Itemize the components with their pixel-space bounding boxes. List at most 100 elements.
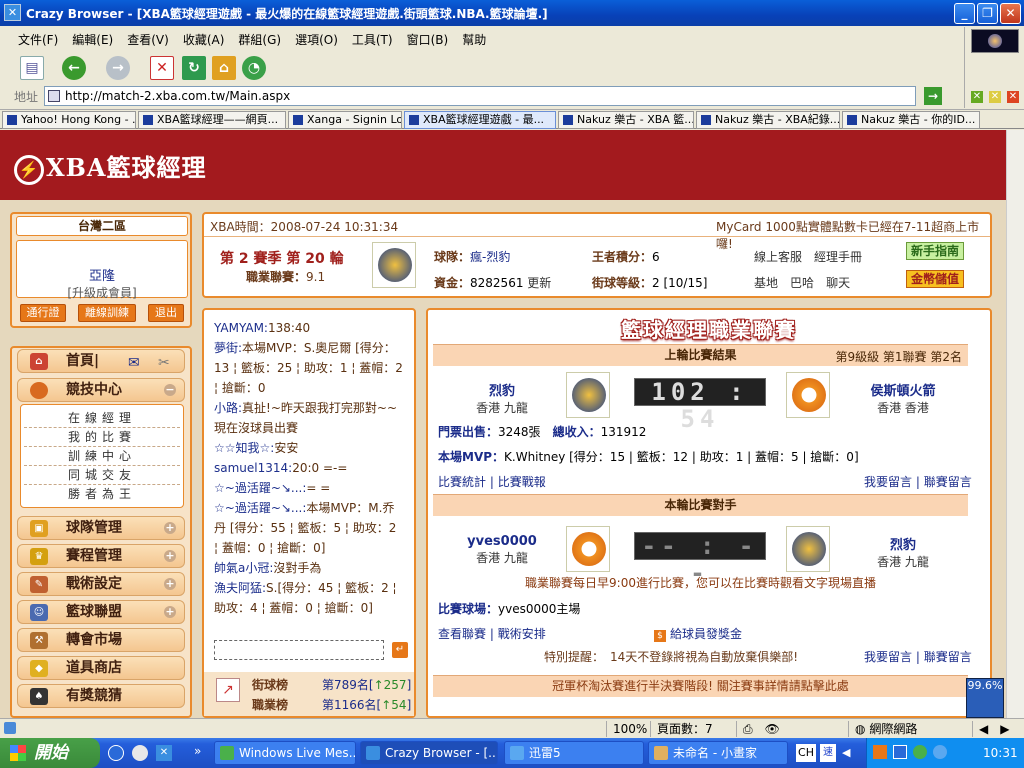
- close-button[interactable]: ✕: [1000, 3, 1021, 24]
- task-crazy-browser[interactable]: Crazy Browser - [...: [360, 741, 498, 765]
- expand-icon[interactable]: +: [164, 606, 176, 618]
- username[interactable]: 亞隆: [17, 265, 187, 284]
- comment-link[interactable]: 我要留言: [864, 475, 912, 489]
- task-paint[interactable]: 未命名 - 小畫家: [648, 741, 788, 765]
- task-windows-live-messenger[interactable]: Windows Live Mes...: [214, 741, 356, 765]
- history-icon[interactable]: ◔: [242, 56, 266, 80]
- update-link[interactable]: 更新: [527, 276, 551, 290]
- start-button[interactable]: 開始: [0, 738, 100, 768]
- upgrade-link[interactable]: [升級成會員]: [17, 284, 187, 301]
- zoom-level[interactable]: 100%: [606, 721, 650, 737]
- browser-tab[interactable]: Xanga - Signin Lock: [288, 111, 402, 129]
- menu-window[interactable]: 窗口(B): [407, 31, 449, 48]
- submenu-winner[interactable]: 勝者為王: [24, 485, 180, 504]
- away-team-name[interactable]: 侯斯頓火箭: [870, 384, 935, 399]
- match-report-link[interactable]: 比賽戰報: [498, 475, 546, 489]
- customer-service-link[interactable]: 線上客服: [754, 250, 802, 264]
- match-stats-link[interactable]: 比賽統計: [438, 475, 486, 489]
- logout-button[interactable]: 退出: [148, 304, 184, 322]
- menu-group[interactable]: 群組(G): [238, 31, 281, 48]
- tray-thunder-icon[interactable]: [933, 745, 947, 759]
- browser-tab[interactable]: Yahoo! Hong Kong - ...: [2, 111, 136, 129]
- manual-link[interactable]: 經理手冊: [814, 250, 862, 264]
- bahamut-link[interactable]: 巴哈: [790, 276, 814, 290]
- offline-training-button[interactable]: 離線訓練: [78, 304, 136, 322]
- submenu-my-games[interactable]: 我的比賽: [24, 428, 180, 447]
- task-thunder[interactable]: 迅雷5: [504, 741, 644, 765]
- tab-close-icon[interactable]: ✕: [971, 91, 983, 103]
- passport-button[interactable]: 通行證: [20, 304, 66, 322]
- browser-tab[interactable]: XBA籃球經理——網頁...: [138, 111, 286, 129]
- cup-notice-bar[interactable]: 冠軍杯淘汰賽進行半決賽階段! 關注賽事詳情請點擊此處: [433, 675, 968, 697]
- quicklaunch-more-icon[interactable]: »: [194, 744, 201, 758]
- submenu-friends[interactable]: 同城交友: [24, 466, 180, 485]
- gold-recharge-button[interactable]: 金幣儲值: [906, 270, 964, 288]
- clock[interactable]: 10:31: [983, 746, 1018, 760]
- mail-icon[interactable]: ✉: [128, 352, 140, 374]
- bonus-link[interactable]: $ 給球員發獎金: [654, 625, 742, 642]
- nav-shop[interactable]: ◆ 道具商店: [17, 656, 185, 680]
- tray-network-icon[interactable]: [893, 745, 907, 759]
- menu-help[interactable]: 幫助: [462, 31, 486, 48]
- tactic-link[interactable]: 戰術安排: [498, 627, 546, 641]
- new-page-icon[interactable]: ▤: [20, 56, 44, 80]
- refresh-icon[interactable]: ↻: [182, 56, 206, 80]
- submenu-online-manager[interactable]: 在線經理: [24, 409, 180, 428]
- go-icon[interactable]: →: [924, 87, 942, 105]
- site-logo[interactable]: ⚡ XBA籃球經理: [14, 148, 207, 185]
- browser-tab[interactable]: Nakuz 樂古 - XBA紀錄...: [696, 111, 840, 129]
- minimize-button[interactable]: _: [954, 3, 975, 24]
- back-icon[interactable]: ←: [62, 56, 86, 80]
- next-away-name[interactable]: 烈豹: [890, 538, 916, 553]
- printer-icon[interactable]: ⎙: [743, 722, 753, 736]
- expand-icon[interactable]: +: [164, 578, 176, 590]
- language-indicator[interactable]: CH: [796, 744, 816, 762]
- collapse-icon[interactable]: −: [164, 384, 176, 396]
- menu-edit[interactable]: 編輯(E): [72, 31, 113, 48]
- nav-transfer[interactable]: ⚒ 轉會市場: [17, 628, 185, 652]
- home-icon[interactable]: ⌂: [212, 56, 236, 80]
- menu-favorites[interactable]: 收藏(A): [183, 31, 225, 48]
- expand-icon[interactable]: +: [164, 550, 176, 562]
- address-input[interactable]: http://match-2.xba.com.tw/Main.aspx: [44, 86, 916, 106]
- newbie-guide-button[interactable]: 新手指南: [906, 242, 964, 260]
- vertical-scrollbar[interactable]: [1006, 130, 1024, 718]
- menu-file[interactable]: 文件(F): [18, 31, 58, 48]
- maximize-button[interactable]: ❐: [977, 3, 998, 24]
- next-icon[interactable]: ▶: [1000, 722, 1009, 736]
- send-icon[interactable]: ↵: [392, 642, 408, 658]
- nav-lottery[interactable]: ♠ 有獎競猜: [17, 684, 185, 708]
- media-player-icon[interactable]: [132, 745, 148, 761]
- menu-tools[interactable]: 工具(T): [352, 31, 393, 48]
- ime-icon[interactable]: 速: [820, 744, 836, 762]
- crazy-browser-quicklaunch-icon[interactable]: ✕: [156, 745, 172, 761]
- nav-competition[interactable]: 競技中心 −: [17, 378, 185, 402]
- nav-home[interactable]: ⌂ 首頁| ✉ ✂: [17, 349, 185, 373]
- tools-icon[interactable]: ✂: [158, 352, 170, 374]
- menu-options[interactable]: 選項(O): [295, 31, 338, 48]
- nav-schedule[interactable]: ♛ 賽程管理 +: [17, 544, 185, 568]
- browser-tab[interactable]: Nakuz 樂古 - XBA 籃...: [558, 111, 694, 129]
- league-comment-link[interactable]: 聯賽留言: [924, 650, 972, 664]
- eye-icon[interactable]: 👁: [765, 722, 780, 736]
- tray-messenger-icon[interactable]: [913, 745, 927, 759]
- browser-tab-active[interactable]: XBA籃球經理遊戲 - 最...: [404, 111, 556, 129]
- nav-tactics[interactable]: ✎ 戰術設定 +: [17, 572, 185, 596]
- expand-icon[interactable]: +: [164, 522, 176, 534]
- tray-app-icon[interactable]: [873, 745, 887, 759]
- nav-league[interactable]: ☺ 籃球聯盟 +: [17, 600, 185, 624]
- browser-tab[interactable]: Nakuz 樂古 - 你的ID...: [842, 111, 980, 129]
- league-comment-link[interactable]: 聯賽留言: [924, 475, 972, 489]
- team-name[interactable]: 瘋-烈豹: [470, 250, 510, 264]
- next-home-name[interactable]: yves0000: [467, 534, 537, 549]
- tray-expand-icon[interactable]: ◀: [842, 746, 850, 759]
- comment-link[interactable]: 我要留言: [864, 650, 912, 664]
- chat-input[interactable]: [214, 640, 384, 660]
- tab-close-all-icon[interactable]: ✕: [1007, 91, 1019, 103]
- base-link[interactable]: 基地: [754, 276, 778, 290]
- home-team-name[interactable]: 烈豹: [489, 384, 515, 399]
- chat-link[interactable]: 聊天: [826, 276, 850, 290]
- view-league-link[interactable]: 查看聯賽: [438, 627, 486, 641]
- prev-icon[interactable]: ◀: [979, 722, 988, 736]
- submenu-training[interactable]: 訓練中心: [24, 447, 180, 466]
